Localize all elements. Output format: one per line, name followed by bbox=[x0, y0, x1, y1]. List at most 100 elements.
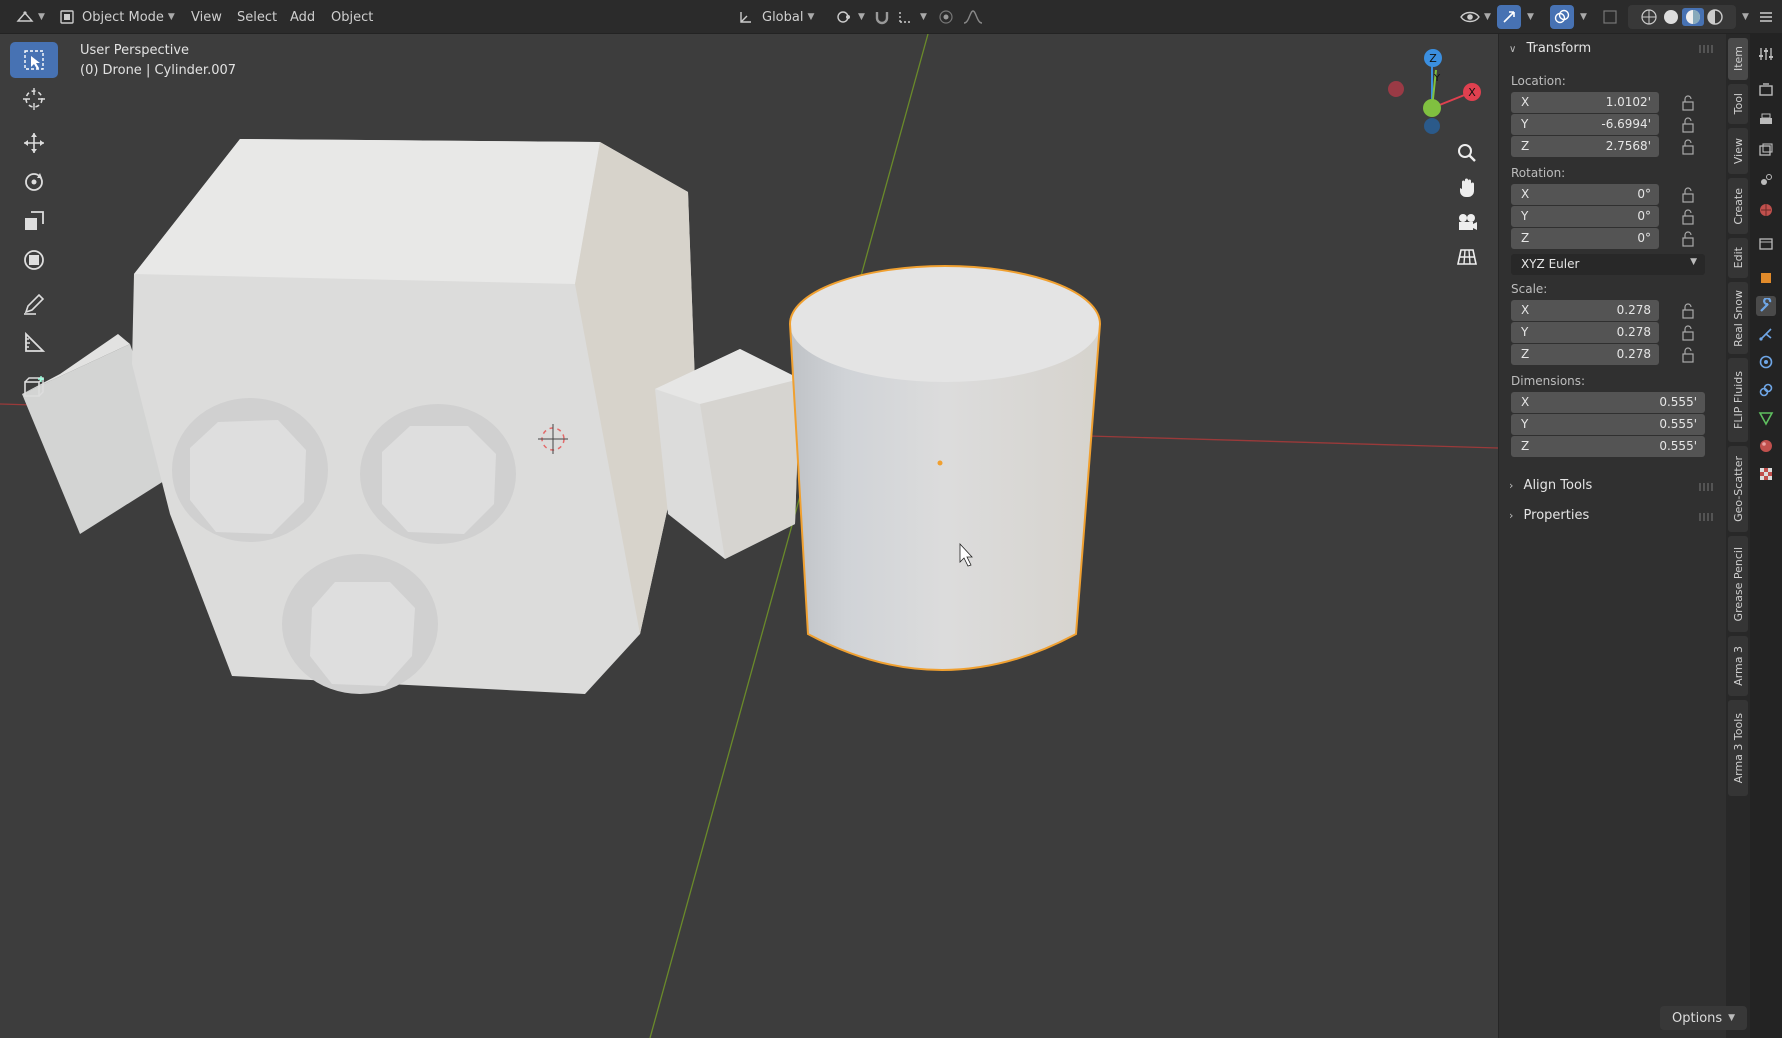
snap-target-selector[interactable]: ▼ bbox=[898, 5, 927, 29]
lock-icon[interactable] bbox=[1681, 209, 1697, 225]
lock-icon[interactable] bbox=[1681, 325, 1697, 341]
modifier-properties-tab[interactable] bbox=[1756, 296, 1776, 316]
rotation-mode-select[interactable]: XYZ Euler ▼ bbox=[1511, 254, 1705, 275]
location-y-field[interactable]: Y -6.6994' bbox=[1511, 114, 1659, 135]
rotation-x-field[interactable]: X 0° bbox=[1511, 184, 1659, 205]
editor-menu-button[interactable] bbox=[1758, 5, 1774, 29]
texture-properties-tab[interactable] bbox=[1756, 464, 1776, 484]
snap-toggle[interactable] bbox=[874, 5, 890, 29]
align-tools-panel-header[interactable]: › Align Tools bbox=[1509, 478, 1592, 493]
dimensions-x-field[interactable]: X 0.555' bbox=[1511, 392, 1705, 413]
3d-viewport[interactable]: Z X Y User Perspective (0) Drone | Cylin… bbox=[0, 34, 1498, 1038]
annotate-icon bbox=[24, 293, 45, 315]
gizmo-neg-x-icon[interactable] bbox=[1388, 81, 1404, 97]
gizmo-neg-z-icon[interactable] bbox=[1424, 118, 1440, 134]
navigation-gizmo[interactable]: Z X Y bbox=[1388, 49, 1481, 134]
drone-body-mesh[interactable] bbox=[22, 139, 800, 694]
rotation-z-field[interactable]: Z 0° bbox=[1511, 228, 1659, 249]
tab-item[interactable]: Item bbox=[1728, 38, 1748, 80]
options-dropdown[interactable]: Options ▼ bbox=[1660, 1006, 1748, 1030]
proportional-falloff-selector[interactable] bbox=[962, 5, 984, 29]
scene-properties-tab[interactable] bbox=[1756, 170, 1776, 190]
menu-view[interactable]: View bbox=[191, 5, 222, 29]
menu-object[interactable]: Object bbox=[331, 5, 373, 29]
zoom-button[interactable] bbox=[1450, 137, 1484, 169]
dimensions-y-field[interactable]: Y 0.555' bbox=[1511, 414, 1705, 435]
rendered-shading-icon[interactable] bbox=[1704, 8, 1726, 26]
tab-create[interactable]: Create bbox=[1728, 178, 1748, 234]
select-box-tool[interactable] bbox=[10, 42, 58, 78]
particle-properties-tab[interactable] bbox=[1756, 324, 1776, 344]
move-tool[interactable] bbox=[10, 125, 58, 161]
scale-z-field[interactable]: Z 0.278 bbox=[1511, 344, 1659, 365]
wireframe-shading-icon[interactable] bbox=[1638, 8, 1660, 26]
tab-real-snow[interactable]: Real Snow bbox=[1728, 282, 1748, 354]
overlays-dropdown[interactable]: ▼ bbox=[1576, 5, 1587, 29]
lock-icon[interactable] bbox=[1681, 231, 1697, 247]
world-properties-tab[interactable] bbox=[1756, 200, 1776, 220]
add-cube-tool[interactable] bbox=[10, 369, 58, 405]
transform-panel-header[interactable]: ∨ Transform bbox=[1509, 41, 1591, 56]
menu-add[interactable]: Add bbox=[290, 5, 315, 29]
tab-tool[interactable]: Tool bbox=[1728, 84, 1748, 124]
tab-geo-scatter[interactable]: Geo-Scatter bbox=[1728, 446, 1748, 532]
location-x-field[interactable]: X 1.0102' bbox=[1511, 92, 1659, 113]
solid-shading-icon[interactable] bbox=[1660, 8, 1682, 26]
lock-icon[interactable] bbox=[1681, 117, 1697, 133]
lock-icon[interactable] bbox=[1681, 347, 1697, 363]
render-properties-tab[interactable] bbox=[1756, 80, 1776, 100]
pan-button[interactable] bbox=[1450, 172, 1484, 204]
rotate-tool[interactable] bbox=[10, 164, 58, 200]
scale-y-field[interactable]: Y 0.278 bbox=[1511, 322, 1659, 343]
tab-flip-fluids[interactable]: FLIP Fluids bbox=[1728, 358, 1748, 442]
transform-orientation-selector[interactable]: Global ▼ bbox=[738, 5, 814, 29]
transform-tool[interactable] bbox=[10, 242, 58, 278]
dimensions-z-field[interactable]: Z 0.555' bbox=[1511, 436, 1705, 457]
drag-handle-icon[interactable] bbox=[1699, 482, 1713, 492]
shading-dropdown[interactable]: ▼ bbox=[1738, 5, 1749, 29]
drag-handle-icon[interactable] bbox=[1699, 512, 1713, 522]
tab-view[interactable]: View bbox=[1728, 128, 1748, 174]
annotate-tool[interactable] bbox=[10, 286, 58, 322]
perspective-toggle-button[interactable] bbox=[1450, 241, 1484, 273]
measure-tool[interactable] bbox=[10, 325, 58, 361]
object-properties-tab[interactable] bbox=[1756, 268, 1776, 288]
lock-icon[interactable] bbox=[1681, 187, 1697, 203]
scale-x-field[interactable]: X 0.278 bbox=[1511, 300, 1659, 321]
lock-icon[interactable] bbox=[1681, 303, 1697, 319]
scale-tool[interactable] bbox=[10, 203, 58, 239]
location-z-field[interactable]: Z 2.7568' bbox=[1511, 136, 1659, 157]
lock-icon[interactable] bbox=[1681, 95, 1697, 111]
material-shading-icon[interactable] bbox=[1682, 8, 1704, 26]
data-properties-tab[interactable] bbox=[1756, 408, 1776, 428]
proportional-edit-toggle[interactable] bbox=[938, 5, 954, 29]
tab-grease-pencil[interactable]: Grease Pencil bbox=[1728, 536, 1748, 632]
collection-properties-tab[interactable] bbox=[1756, 234, 1776, 254]
gizmo-toggle[interactable] bbox=[1497, 5, 1521, 29]
tab-arma-3[interactable]: Arma 3 bbox=[1728, 636, 1748, 696]
material-properties-tab[interactable] bbox=[1756, 436, 1776, 456]
constraints-properties-tab[interactable] bbox=[1756, 380, 1776, 400]
tab-edit[interactable]: Edit bbox=[1728, 238, 1748, 278]
cylinder-mesh-selected[interactable] bbox=[788, 265, 1102, 671]
menu-select[interactable]: Select bbox=[237, 5, 277, 29]
camera-view-button[interactable] bbox=[1450, 206, 1484, 238]
gizmo-dropdown[interactable]: ▼ bbox=[1523, 5, 1534, 29]
gizmo-y-icon[interactable] bbox=[1423, 99, 1441, 117]
overlays-toggle[interactable] bbox=[1550, 5, 1574, 29]
cursor-tool[interactable] bbox=[10, 81, 58, 117]
xray-toggle[interactable] bbox=[1602, 5, 1618, 29]
pivot-point-selector[interactable]: ▼ bbox=[836, 5, 865, 29]
mode-selector[interactable]: Object Mode ▼ bbox=[60, 5, 175, 29]
tab-arma-3-tools[interactable]: Arma 3 Tools bbox=[1728, 700, 1748, 796]
output-properties-tab[interactable] bbox=[1756, 110, 1776, 130]
lock-icon[interactable] bbox=[1681, 139, 1697, 155]
view-layer-properties-tab[interactable] bbox=[1756, 140, 1776, 160]
tool-properties-tab[interactable] bbox=[1756, 44, 1776, 64]
drag-handle-icon[interactable] bbox=[1699, 44, 1713, 54]
physics-properties-tab[interactable] bbox=[1756, 352, 1776, 372]
rotation-y-field[interactable]: Y 0° bbox=[1511, 206, 1659, 227]
visibility-selector[interactable]: ▼ bbox=[1460, 5, 1491, 29]
properties-panel-header[interactable]: › Properties bbox=[1509, 508, 1589, 523]
editor-type-button[interactable]: ▼ bbox=[16, 5, 45, 29]
